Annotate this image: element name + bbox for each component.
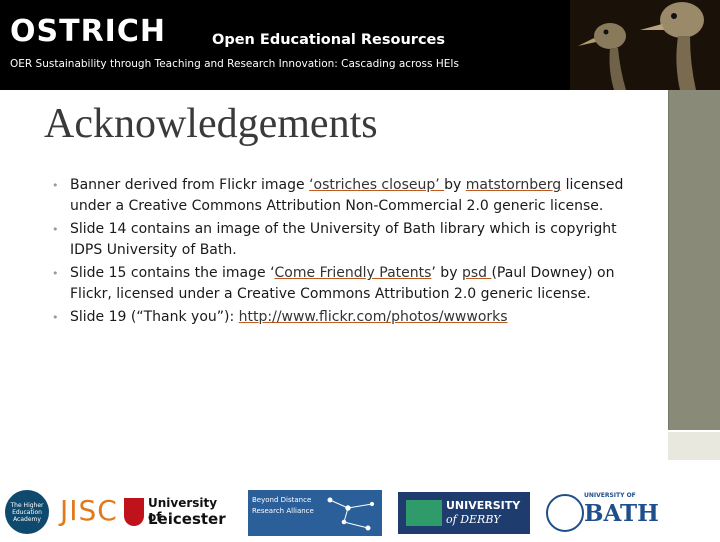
jisc-logo: JISC <box>60 494 118 527</box>
leicester-logo-line2: Leicester <box>148 510 226 528</box>
link-come-friendly-patents[interactable]: Come Friendly Patents <box>275 265 432 281</box>
partner-logos: The Higher Education Academy JISC Univer… <box>0 488 720 540</box>
bullet-icon: • <box>52 223 59 236</box>
leicester-logo: University of Leicester <box>124 496 234 532</box>
list-item: • Banner derived from Flickr image ‘ostr… <box>52 175 652 217</box>
hea-logo: The Higher Education Academy <box>5 490 49 534</box>
item-text: Banner derived from Flickr image <box>70 177 310 193</box>
banner-title: OSTRICH <box>10 14 166 49</box>
page-title: Acknowledgements <box>44 101 378 147</box>
derby-logo: UNIVERSITY of DERBY <box>398 492 530 534</box>
bullet-icon: • <box>52 179 59 192</box>
bath-logo-line2: BATH <box>584 500 659 527</box>
acknowledgement-list: • Banner derived from Flickr image ‘ostr… <box>52 175 652 330</box>
derby-logo-line2: of DERBY <box>446 513 501 526</box>
side-decor-light <box>668 432 720 460</box>
header-banner: OSTRICH Open Educational Resources OER S… <box>0 0 720 90</box>
list-item: • Slide 19 (“Thank you”): http://www.fli… <box>52 307 652 328</box>
ostrich-image <box>570 0 720 90</box>
list-item: • Slide 14 contains an image of the Univ… <box>52 219 652 261</box>
bdra-logo: Beyond Distance Research Alliance <box>248 490 382 536</box>
side-decor-dark <box>668 90 720 430</box>
item-text: Slide 14 contains an image of the Univer… <box>70 221 617 258</box>
derby-logo-line1: UNIVERSITY <box>446 499 521 512</box>
side-decor-line <box>668 90 669 430</box>
link-psd[interactable]: psd <box>462 265 492 281</box>
item-text: Slide 15 contains the image ‘ <box>70 265 275 281</box>
bath-logo-line1: UNIVERSITY OF <box>584 492 636 499</box>
banner-subtitle: Open Educational Resources <box>212 32 446 48</box>
derby-mark-icon <box>406 500 442 526</box>
link-ostriches-closeup[interactable]: ‘ostriches closeup’ <box>309 177 444 193</box>
item-text: Slide 19 (“Thank you”): <box>70 309 239 325</box>
link-matstornberg[interactable]: matstornberg <box>466 177 561 193</box>
leicester-shield-icon <box>124 498 144 526</box>
list-item: • Slide 15 contains the image ‘Come Frie… <box>52 263 652 305</box>
link-flickr-wwworks[interactable]: http://www.flickr.com/photos/wwworks <box>239 309 508 325</box>
bullet-icon: • <box>52 311 59 324</box>
banner-tagline: OER Sustainability through Teaching and … <box>10 58 459 70</box>
bullet-icon: • <box>52 267 59 280</box>
constellation-icon <box>327 497 375 531</box>
item-text: ’ by <box>431 265 462 281</box>
item-text: by <box>444 177 466 193</box>
bath-logo: UNIVERSITY OF BATH <box>546 490 659 536</box>
bath-crest-icon <box>546 494 584 532</box>
